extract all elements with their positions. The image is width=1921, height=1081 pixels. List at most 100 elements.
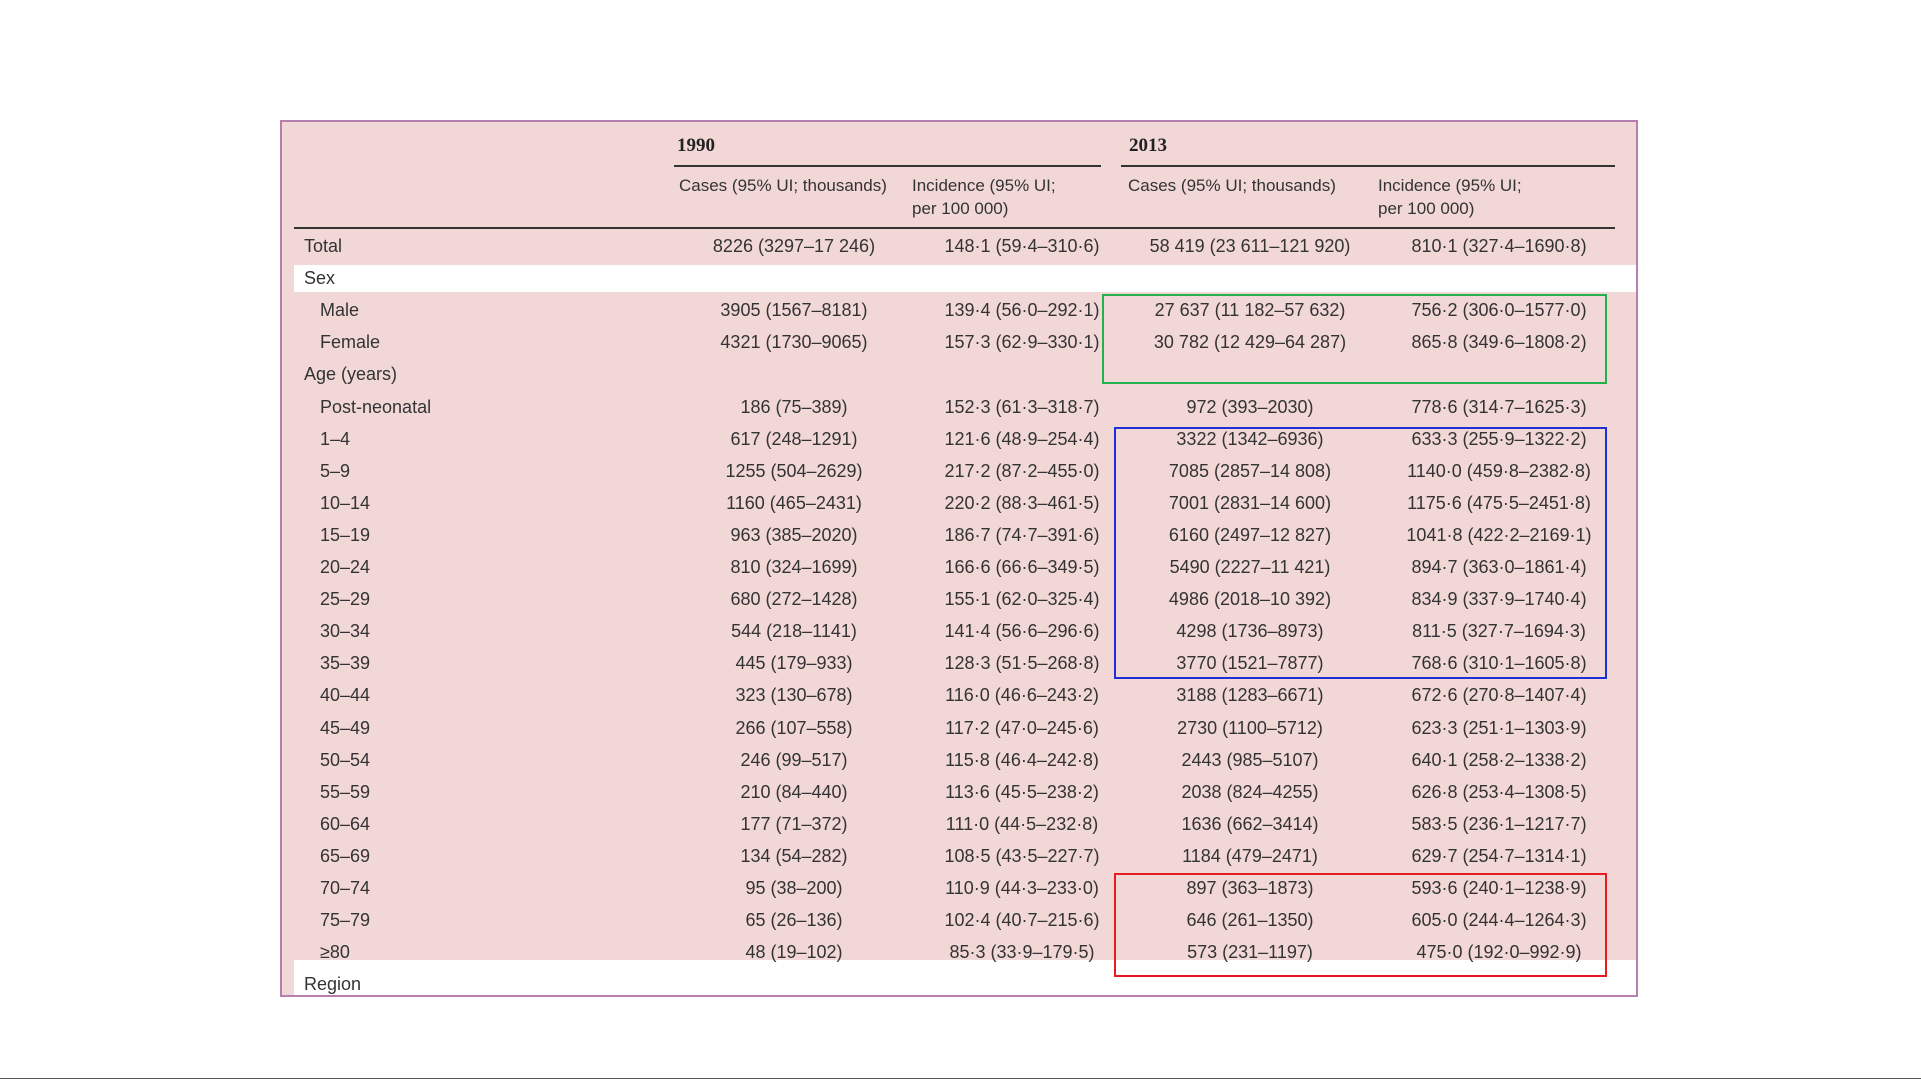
incidence-2013-cell: 623·3 (251·1–1303·9) xyxy=(1411,717,1587,738)
cases-2013-cell: 972 (393–2030) xyxy=(1186,396,1314,417)
row-label: 30–34 xyxy=(320,621,371,642)
row-label: Post-neonatal xyxy=(320,396,432,417)
row-label: 10–14 xyxy=(320,492,371,513)
cases-2013-cell: 3188 (1283–6671) xyxy=(1176,685,1324,706)
table-row: 60–64 177 (71–372) 111·0 (44·5–232·8) 1636 … xyxy=(294,808,1628,840)
cases-1990-cell: 134 (54–282) xyxy=(740,845,848,866)
incidence-1990-cell: 115·8 (46·4–242·8) xyxy=(945,749,1099,770)
sex-2013-highlight-box xyxy=(1102,294,1607,384)
cases-1990-cell: 246 (99–517) xyxy=(740,749,848,770)
incidence-1990-cell: 148·1 (59·4–310·6) xyxy=(944,236,1100,256)
row-label: 1–4 xyxy=(320,428,351,449)
year-header-2013: 2013 xyxy=(1129,135,1167,156)
row-label: Region xyxy=(304,974,362,995)
table-row: 55–59 210 (84–440) 113·6 (45·5–238·2) 2038 … xyxy=(294,776,1628,808)
incidence-1990-cell: 220·2 (88·3–461·5) xyxy=(944,492,1100,513)
cases-1990-cell: 617 (248–1291) xyxy=(730,428,858,449)
row-label: 50–54 xyxy=(320,749,371,770)
incidence-1990-cell: 166·6 (66·6–349·5) xyxy=(944,557,1100,577)
row-label: 65–69 xyxy=(320,845,371,866)
incidence-2013-cell: 810·1 (327·4–1690·8) xyxy=(1411,236,1587,256)
row-label: 45–49 xyxy=(320,717,371,738)
table-row: Total 8226 (3297–17 246) 148·1 (59·4–310·6… xyxy=(294,230,1628,262)
cases-2013-cell: 1636 (662–3414) xyxy=(1181,813,1319,834)
cases-1990-cell: 323 (130–678) xyxy=(735,685,853,706)
incidence-1990-cell: 186·7 (74·7–391·6) xyxy=(944,524,1100,545)
header-rule-2013 xyxy=(1121,165,1615,167)
incidence-1990-cell: 117·2 (47·0–245·6) xyxy=(945,717,1099,738)
incidence-1990-cell: 102·4 (40·7–215·6) xyxy=(944,910,1100,931)
col-header-incidence-1990: Incidence (95% UI; per 100 000) xyxy=(912,176,1056,218)
age-70plus-2013-highlight-box xyxy=(1114,873,1607,977)
row-label: 75–79 xyxy=(320,910,371,931)
cases-1990-cell: 445 (179–933) xyxy=(735,653,853,674)
cases-1990-cell: 186 (75–389) xyxy=(740,396,848,417)
cases-2013-cell: 2730 (1100–5712) xyxy=(1177,717,1323,738)
cases-2013-cell: 1184 (479–2471) xyxy=(1182,845,1318,866)
cases-1990-cell: 680 (272–1428) xyxy=(730,589,858,610)
col-header-incidence-2013: Incidence (95% UI; per 100 000) xyxy=(1378,176,1522,218)
incidence-2013-cell: 672·6 (270·8–1407·4) xyxy=(1411,685,1587,706)
cases-1990-cell: 1160 (465–2431) xyxy=(726,492,862,513)
header-rule-bottom xyxy=(294,227,1615,229)
cases-2013-cell: 2038 (824–4255) xyxy=(1181,781,1319,802)
incidence-1990-cell: 113·6 (45·5–238·2) xyxy=(945,781,1099,802)
table-row: 40–44 323 (130–678) 116·0 (46·6–243·2) 3188… xyxy=(294,679,1628,711)
table-row: 65–69 134 (54–282) 108·5 (43·5–227·7) 1184 … xyxy=(294,840,1628,872)
incidence-1990-cell: 121·6 (48·9–254·4) xyxy=(944,428,1100,449)
row-label: Sex xyxy=(304,268,336,289)
row-label: 40–44 xyxy=(320,685,371,706)
incidence-2013-cell: 629·7 (254·7–1314·1) xyxy=(1411,845,1587,866)
row-label: 15–19 xyxy=(320,524,371,545)
incidence-1990-cell: 85·3 (33·9–179·5) xyxy=(949,942,1095,963)
incidence-1990-cell: 141·4 (56·6–296·6) xyxy=(944,621,1100,642)
cases-1990-cell: 177 (71–372) xyxy=(740,813,848,834)
cases-1990-cell: 4321 (1730–9065) xyxy=(720,332,868,353)
incidence-1990-cell: 110·9 (44·3–233·0) xyxy=(945,878,1099,898)
cases-1990-cell: 8226 (3297–17 246) xyxy=(712,236,876,256)
incidence-1990-cell: 128·3 (51·5–268·8) xyxy=(944,653,1100,674)
row-label: Female xyxy=(320,332,381,353)
incidence-table-panel: 1990 2013 Cases (95% UI; thousands) Inci… xyxy=(280,120,1638,997)
cases-1990-cell: 95 (38–200) xyxy=(745,878,843,898)
incidence-1990-cell: 108·5 (43·5–227·7) xyxy=(944,845,1100,866)
row-label: Total xyxy=(304,236,343,256)
col-header-cases-2013: Cases (95% UI; thousands) xyxy=(1128,176,1336,195)
header-rule-1990 xyxy=(674,165,1101,167)
screen: 1990 2013 Cases (95% UI; thousands) Inci… xyxy=(0,0,1921,1081)
row-label: 55–59 xyxy=(320,781,371,802)
row-label: 20–24 xyxy=(320,557,371,577)
incidence-2013-cell: 626·8 (253·4–1308·5) xyxy=(1411,781,1587,802)
cases-1990-cell: 48 (19–102) xyxy=(745,942,843,963)
col-header-cases-1990: Cases (95% UI; thousands) xyxy=(679,176,887,195)
incidence-2013-cell: 583·5 (236·1–1217·7) xyxy=(1411,813,1587,834)
row-label: 35–39 xyxy=(320,653,371,674)
cases-1990-cell: 1255 (504–2629) xyxy=(725,460,863,481)
row-label: 70–74 xyxy=(320,878,371,898)
bottom-divider xyxy=(0,1078,1921,1079)
cases-1990-cell: 210 (84–440) xyxy=(740,781,848,802)
cases-1990-cell: 810 (324–1699) xyxy=(730,557,858,577)
table-row: 50–54 246 (99–517) 115·8 (46·4–242·8) 2443 … xyxy=(294,744,1628,776)
section-row: Sex xyxy=(294,262,1628,294)
cases-1990-cell: 266 (107–558) xyxy=(735,717,853,738)
incidence-1990-cell: 152·3 (61·3–318·7) xyxy=(944,396,1100,417)
age-1-39-2013-highlight-box xyxy=(1114,427,1607,679)
cases-1990-cell: 65 (26–136) xyxy=(745,910,843,931)
incidence-1990-cell: 111·0 (44·5–232·8) xyxy=(945,813,1099,834)
row-label: 5–9 xyxy=(320,460,351,481)
incidence-1990-cell: 155·1 (62·0–325·4) xyxy=(944,589,1100,610)
table-row: 45–49 266 (107–558) 117·2 (47·0–245·6) 2730… xyxy=(294,712,1628,744)
table-row: Post-neonatal 186 (75–389) 152·3 (61·3–318… xyxy=(294,391,1628,423)
row-label: Male xyxy=(320,300,360,321)
year-header-1990: 1990 xyxy=(677,135,715,156)
incidence-2013-cell: 640·1 (258·2–1338·2) xyxy=(1411,749,1587,770)
cases-2013-cell: 58 419 (23 611–121 920) xyxy=(1149,236,1351,256)
incidence-1990-cell: 217·2 (87·2–455·0) xyxy=(944,460,1100,481)
row-label: ≥80 xyxy=(320,942,350,963)
cases-1990-cell: 544 (218–1141) xyxy=(731,621,857,642)
incidence-2013-cell: 778·6 (314·7–1625·3) xyxy=(1411,396,1587,417)
row-label: 60–64 xyxy=(320,813,371,834)
incidence-1990-cell: 116·0 (46·6–243·2) xyxy=(945,685,1099,706)
cases-2013-cell: 2443 (985–5107) xyxy=(1181,749,1319,770)
